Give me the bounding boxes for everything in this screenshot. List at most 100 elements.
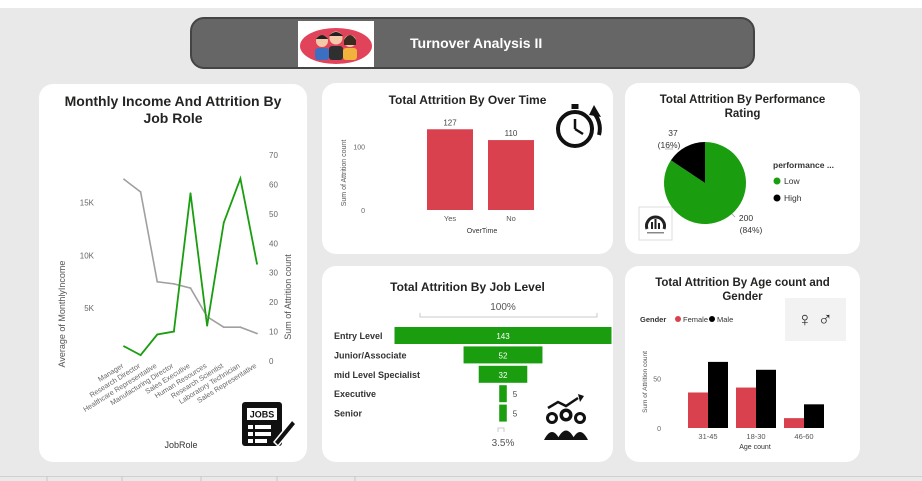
income-point xyxy=(172,282,175,285)
age-gender-chart: Gender Sum of Attrition count Age count … xyxy=(640,298,846,451)
funnel-category-label: Senior xyxy=(334,409,363,419)
age-y-tick: 50 xyxy=(653,377,661,384)
age-bar-male xyxy=(708,361,728,428)
pie-label-high-pct: (16%) xyxy=(658,140,681,150)
right-tick-label: 60 xyxy=(269,180,278,189)
funnel-value-label: 5 xyxy=(513,410,518,419)
age-bar-male xyxy=(756,369,776,428)
job-level-card[interactable]: Total Attrition By Job Level 100% 3.5% E… xyxy=(322,266,613,462)
age-x-tick: 46-60 xyxy=(794,432,813,441)
attrition-series-line xyxy=(123,175,258,357)
income-point xyxy=(139,191,142,193)
pie-label-high: 37 xyxy=(668,128,678,138)
legend-swatch-female xyxy=(675,316,681,322)
overtime-y-axis-title: Sum of Attrition count xyxy=(341,140,348,207)
attrition-point xyxy=(156,333,159,336)
top-strip xyxy=(0,0,922,8)
x-axis-title: JobRole xyxy=(164,440,197,450)
legend-swatch-male xyxy=(709,316,715,322)
gender-symbols-icon: ♀ ♂ xyxy=(785,298,846,341)
income-point xyxy=(239,326,242,329)
jobs-clipboard-icon: JOBS xyxy=(242,402,298,448)
income-point xyxy=(189,287,192,290)
attrition-point xyxy=(172,330,175,333)
funnel-category-label: Junior/Associate xyxy=(334,350,407,360)
pie-label-low: 200 xyxy=(739,213,753,223)
income-point xyxy=(206,315,209,318)
right-tick-label: 10 xyxy=(269,328,278,337)
funnel-value-label: 143 xyxy=(496,332,510,341)
job-level-chart: 100% 3.5% Entry Level 143 Junior/Associate… xyxy=(334,302,612,449)
age-x-tick: 31-45 xyxy=(698,432,717,441)
funnel-bar xyxy=(499,385,507,403)
gender-symbols-glyphs: ♀ ♂ xyxy=(797,309,833,331)
overtime-x-tick: Yes xyxy=(444,214,456,223)
attrition-point xyxy=(189,192,192,195)
age-legend-title: Gender xyxy=(640,315,666,324)
right-tick-label: 70 xyxy=(269,151,278,160)
funnel-category-label: Executive xyxy=(334,389,376,399)
report-header: Turnover Analysis II xyxy=(190,17,755,69)
age-bar-male xyxy=(804,404,824,428)
attrition-point xyxy=(222,221,225,224)
funnel-top-percent: 100% xyxy=(490,302,516,313)
age-bar-female xyxy=(784,418,804,428)
age-bar-female xyxy=(688,392,708,428)
performance-chart: performance ... 37 (16%) 200 (84%) Low Hi… xyxy=(638,128,834,241)
legend-swatch-low xyxy=(773,177,781,185)
overtime-bar-no xyxy=(488,140,534,210)
funnel-category-label: mid Level Specialist xyxy=(334,370,420,380)
performance-legend-title: performance ... xyxy=(773,160,834,170)
left-tick-label: 10K xyxy=(80,251,95,260)
left-axis-title: Average of MonthlyIncome xyxy=(57,261,67,368)
attrition-point xyxy=(123,345,125,348)
right-tick-label: 40 xyxy=(269,239,278,248)
overtime-chart: Sum of Attrition count OverTime 0 100 127 Y… xyxy=(341,104,602,235)
legend-label-high: High xyxy=(784,193,802,203)
age-gender-card[interactable]: Total Attrition By Age count and Gender … xyxy=(625,266,860,462)
overtime-y-tick: 100 xyxy=(353,144,365,151)
page-tab-strip xyxy=(0,476,922,481)
funnel-category-label: Entry Level xyxy=(334,331,383,341)
overtime-card[interactable]: Total Attrition By Over Time Sum of Attr… xyxy=(322,83,613,254)
attrition-point xyxy=(239,177,242,180)
funnel-value-label: 32 xyxy=(499,371,508,380)
pie-label-low-pct: (84%) xyxy=(740,225,763,235)
legend-label-low: Low xyxy=(784,176,800,186)
age-bar-female xyxy=(736,387,756,428)
overtime-x-axis-title: OverTime xyxy=(467,228,498,235)
overtime-bar-yes xyxy=(427,129,473,210)
income-point xyxy=(256,332,258,335)
legend-label-male: Male xyxy=(717,315,733,324)
right-tick-label: 30 xyxy=(269,269,278,278)
funnel-bottom-percent: 3.5% xyxy=(492,438,515,449)
jobs-icon-text: JOBS xyxy=(250,410,275,420)
legend-label-female: Female xyxy=(683,315,708,324)
left-tick-label: 5K xyxy=(84,304,94,313)
performance-card[interactable]: Total Attrition By Performance Rating pe… xyxy=(625,83,860,254)
funnel-value-label: 5 xyxy=(513,390,518,399)
income-point xyxy=(222,326,225,329)
legend-swatch-high xyxy=(773,194,781,202)
age-x-axis-title: Age count xyxy=(739,444,771,451)
right-tick-label: 20 xyxy=(269,298,278,307)
left-tick-label: 15K xyxy=(80,199,95,208)
stopwatch-icon xyxy=(556,104,602,148)
people-group-icon xyxy=(298,21,374,67)
overtime-x-tick: No xyxy=(506,214,516,223)
funnel-bar xyxy=(499,404,507,422)
income-point xyxy=(123,178,125,181)
report-title: Turnover Analysis II xyxy=(410,35,543,51)
funnel-top-bracket xyxy=(419,313,598,318)
job-role-chart: Average of MonthlyIncome Sum of Attritio… xyxy=(57,151,298,450)
attrition-point xyxy=(206,324,209,327)
job-role-card[interactable]: Monthly Income And Attrition By Job Role… xyxy=(39,84,307,462)
age-y-tick: 0 xyxy=(657,426,661,433)
funnel-value-label: 52 xyxy=(499,351,508,360)
right-tick-label: 0 xyxy=(269,357,274,366)
income-series-line xyxy=(123,178,258,335)
right-axis-title: Sum of Attrition count xyxy=(283,254,293,340)
overtime-data-label: 127 xyxy=(443,118,457,127)
attrition-point xyxy=(139,354,142,357)
gauge-icon xyxy=(638,206,673,241)
